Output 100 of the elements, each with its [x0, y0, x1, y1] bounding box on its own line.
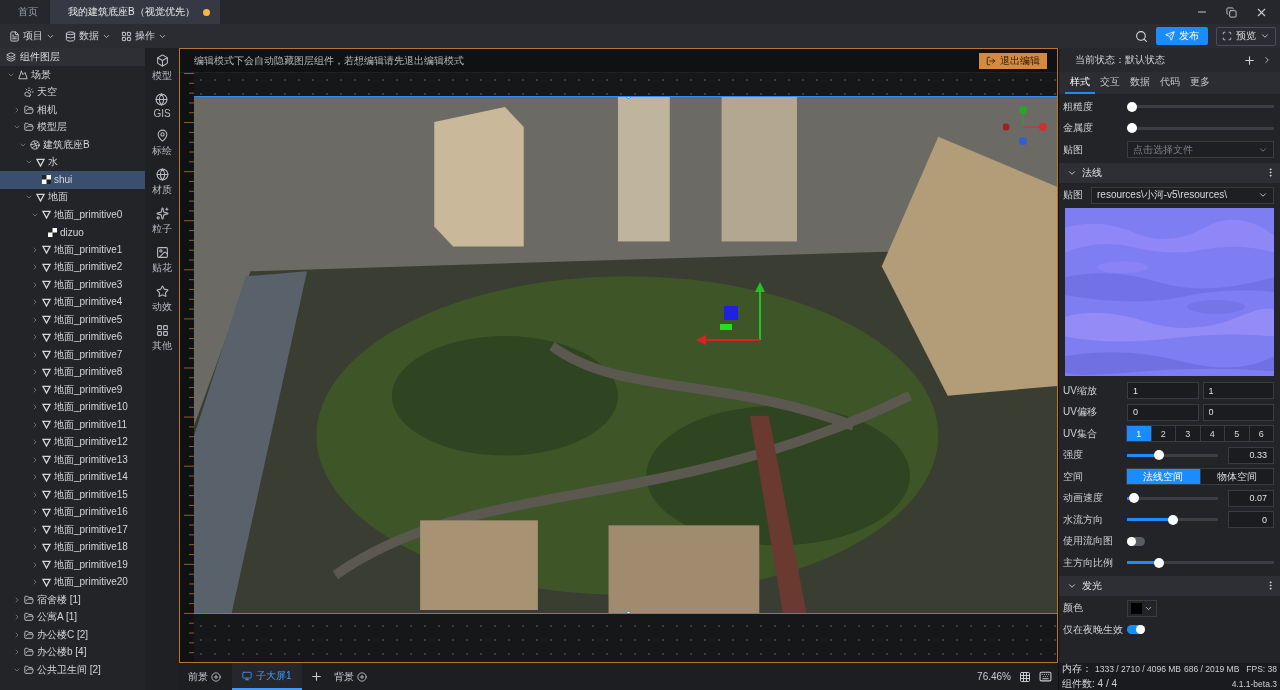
tree-item[interactable]: 公寓A [1]: [0, 608, 145, 626]
section-header[interactable]: 发光: [1059, 575, 1280, 596]
palette-item[interactable]: 模型: [152, 54, 172, 83]
tree-item[interactable]: 相机: [0, 101, 145, 119]
select-field[interactable]: resources\小河-v5\resources\: [1091, 186, 1274, 204]
number-field[interactable]: 0: [1202, 403, 1274, 421]
tree-item[interactable]: 地面_primitive5: [0, 311, 145, 329]
screen-tab[interactable]: 子大屏1: [232, 663, 302, 690]
tree-item[interactable]: 地面_primitive16: [0, 503, 145, 521]
inspector-tab[interactable]: 更多: [1185, 72, 1215, 94]
tree-item[interactable]: 地面_primitive8: [0, 363, 145, 381]
tree-item[interactable]: 地面_primitive11: [0, 416, 145, 434]
folder-icon: [24, 594, 34, 605]
tree-item[interactable]: 地面_primitive18: [0, 538, 145, 556]
tree-item[interactable]: 场景: [0, 66, 145, 84]
tree-item[interactable]: 模型层: [0, 118, 145, 136]
palette-item[interactable]: 粒子: [152, 207, 172, 236]
tree-item[interactable]: 地面_primitive13: [0, 451, 145, 469]
toggle-switch[interactable]: [1127, 536, 1145, 546]
tree-item[interactable]: 办公楼C [2]: [0, 626, 145, 644]
slider-thumb[interactable]: [1167, 514, 1178, 525]
tree-item[interactable]: 公共卫生间 [2]: [0, 661, 145, 679]
folder-icon: [24, 647, 34, 658]
axis-gizmo-icon[interactable]: [1003, 105, 1049, 145]
unsaved-dot: [202, 8, 210, 16]
select-field[interactable]: 点击选择文件: [1127, 141, 1274, 159]
inspector-tab[interactable]: 数据: [1125, 72, 1155, 94]
tree-item[interactable]: 地面_primitive19: [0, 556, 145, 574]
tree-item[interactable]: 建筑底座B: [0, 136, 145, 154]
preview-button[interactable]: 预览: [1216, 26, 1276, 46]
foreground-button[interactable]: 前景: [185, 667, 224, 686]
segment-button[interactable]: 5: [1224, 425, 1250, 443]
tree-item[interactable]: 地面_primitive0: [0, 206, 145, 224]
search-icon[interactable]: [1135, 29, 1148, 43]
menu-button[interactable]: 数据: [60, 26, 116, 46]
tree-item[interactable]: 地面_primitive3: [0, 276, 145, 294]
tree-item[interactable]: 地面_primitive1: [0, 241, 145, 259]
triangle-icon: [36, 157, 45, 167]
tree-item[interactable]: 办公楼b [4]: [0, 643, 145, 661]
color-picker[interactable]: [1127, 599, 1157, 617]
segment-button[interactable]: 4: [1199, 425, 1225, 443]
slider-thumb[interactable]: [1127, 101, 1137, 112]
tree-item[interactable]: 地面: [0, 188, 145, 206]
document-tab[interactable]: 我的建筑底座B（视觉优先）: [50, 0, 220, 24]
palette-item[interactable]: 标绘: [152, 129, 172, 158]
tree-item[interactable]: 地面_primitive12: [0, 433, 145, 451]
slider-thumb[interactable]: [1127, 123, 1137, 134]
database-icon: [65, 30, 76, 42]
segment-button[interactable]: 物体空间: [1199, 468, 1274, 486]
monitor-icon: [242, 670, 252, 681]
component-count: 组件数: 4 / 4: [1062, 677, 1117, 690]
tree-item[interactable]: 地面_primitive14: [0, 468, 145, 486]
tree-item[interactable]: 地面_primitive9: [0, 381, 145, 399]
tree-item[interactable]: 地面_primitive2: [0, 258, 145, 276]
tree-item[interactable]: 宿舍楼 [1]: [0, 591, 145, 609]
tree-item[interactable]: shui: [0, 171, 145, 189]
tree-item[interactable]: 地面_primitive20: [0, 573, 145, 591]
number-field[interactable]: 1: [1127, 382, 1199, 400]
inspector-tab[interactable]: 代码: [1155, 72, 1185, 94]
value-field[interactable]: 0: [1228, 511, 1274, 529]
palette-item[interactable]: 材质: [152, 168, 172, 197]
segment-button[interactable]: 2: [1150, 425, 1176, 443]
exit-edit-button[interactable]: 退出编辑: [979, 52, 1047, 69]
slider-thumb[interactable]: [1154, 557, 1165, 568]
tree-item[interactable]: 地面_primitive10: [0, 398, 145, 416]
menu-button[interactable]: 项目: [4, 26, 60, 46]
segment-button[interactable]: 3: [1175, 425, 1201, 443]
toggle-switch[interactable]: [1127, 625, 1145, 635]
value-field[interactable]: 0.33: [1228, 446, 1274, 464]
tree-item[interactable]: 地面_primitive4: [0, 293, 145, 311]
tree-item[interactable]: 地面_primitive6: [0, 328, 145, 346]
tree-item[interactable]: 地面_primitive7: [0, 346, 145, 364]
chevron-icon[interactable]: [1262, 55, 1272, 65]
grid-icon[interactable]: [1019, 670, 1031, 683]
tree-item[interactable]: 水: [0, 153, 145, 171]
background-button[interactable]: 背景: [330, 667, 370, 686]
tree-item[interactable]: dizuo: [0, 223, 145, 241]
segment-button[interactable]: 6: [1248, 425, 1274, 443]
inspector-tab[interactable]: 交互: [1095, 72, 1125, 94]
inspector-tab[interactable]: 样式: [1065, 72, 1095, 94]
value-field[interactable]: 0.07: [1228, 489, 1274, 507]
field-label: 使用流向图: [1063, 534, 1114, 549]
menu-button[interactable]: 操作: [116, 26, 172, 46]
keyboard-icon[interactable]: [1039, 670, 1052, 683]
document-tab[interactable]: 首页: [0, 0, 50, 24]
field-label: UV缩放: [1063, 383, 1098, 398]
slider-thumb[interactable]: [1128, 493, 1139, 504]
palette-item[interactable]: 贴花: [152, 246, 172, 275]
add-state-icon[interactable]: [1243, 53, 1256, 67]
palette-item[interactable]: 动效: [152, 285, 172, 314]
tree-item[interactable]: 天空: [0, 83, 145, 101]
number-field[interactable]: 0: [1127, 403, 1199, 421]
palette-item[interactable]: 其他: [152, 324, 172, 353]
tree-item[interactable]: 地面_primitive17: [0, 521, 145, 539]
slider-thumb[interactable]: [1153, 450, 1164, 461]
add-screen-icon[interactable]: [309, 670, 323, 683]
palette-item[interactable]: GIS: [153, 93, 171, 119]
tree-item[interactable]: 地面_primitive15: [0, 486, 145, 504]
number-field[interactable]: 1: [1202, 382, 1274, 400]
section-header[interactable]: 法线: [1059, 162, 1280, 183]
